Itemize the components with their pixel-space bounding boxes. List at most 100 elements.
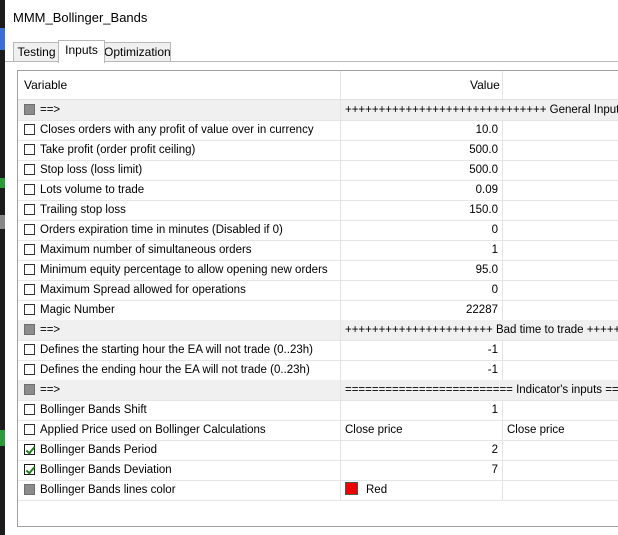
parameter-row[interactable]: Applied Price used on Bollinger Calculat… <box>18 420 618 441</box>
column-header-value[interactable]: Value <box>470 71 500 99</box>
expert-properties-dialog: MMM_Bollinger_Bands Testing Inputs Optim… <box>5 0 618 535</box>
section-separator-row[interactable]: ==> ++++++++++++++++++++++ Bad time to tr… <box>18 320 618 341</box>
section-separator-row[interactable]: ==> ++++++++++++++++++++++++++++++ Genera… <box>18 100 618 121</box>
optimize-checkbox[interactable] <box>24 444 35 455</box>
parameter-row[interactable]: Take profit (order profit ceiling) 500.0 <box>18 140 618 161</box>
parameter-value: 0 <box>491 224 498 236</box>
optimize-checkbox[interactable] <box>24 224 35 235</box>
parameter-name: Orders expiration time in minutes (Disab… <box>40 224 283 236</box>
parameter-extra-cell[interactable] <box>502 360 618 380</box>
window-title: MMM_Bollinger_Bands <box>13 10 148 25</box>
parameter-value-cell[interactable]: 150.0 <box>340 200 503 220</box>
optimize-checkbox[interactable] <box>24 124 35 135</box>
parameter-value-cell[interactable]: 10.0 <box>340 120 503 140</box>
parameter-extra-cell[interactable] <box>502 480 618 500</box>
parameter-value-cell[interactable]: 500.0 <box>340 140 503 160</box>
parameter-value: ========================= Indicator's in… <box>345 384 618 396</box>
parameter-value-cell[interactable]: ========================= Indicator's in… <box>340 380 618 400</box>
optimize-checkbox[interactable] <box>24 304 35 315</box>
parameter-extra-cell[interactable] <box>502 180 618 200</box>
column-divider[interactable] <box>340 71 341 99</box>
parameter-value-cell[interactable]: 500.0 <box>340 160 503 180</box>
parameter-name: Trailing stop loss <box>40 204 126 216</box>
parameter-row[interactable]: Bollinger Bands Shift 1 <box>18 400 618 421</box>
parameter-value: 0 <box>491 284 498 296</box>
parameter-value-cell[interactable]: ++++++++++++++++++++++++++++++ General I… <box>340 100 618 120</box>
parameter-row[interactable]: Bollinger Bands lines color Red <box>18 480 618 501</box>
parameter-row[interactable]: Orders expiration time in minutes (Disab… <box>18 220 618 241</box>
optimize-checkbox[interactable] <box>24 464 35 475</box>
parameter-extra-cell[interactable] <box>502 120 618 140</box>
tab-optimization[interactable]: Optimization <box>103 42 171 62</box>
parameter-extra-cell[interactable] <box>502 340 618 360</box>
optimize-checkbox[interactable] <box>24 244 35 255</box>
parameter-value: ++++++++++++++++++++++++++++++ General I… <box>345 104 618 116</box>
parameter-name: Closes orders with any profit of value o… <box>40 124 314 136</box>
parameter-row[interactable]: Defines the starting hour the EA will no… <box>18 340 618 361</box>
parameter-value-cell[interactable]: -1 <box>340 340 503 360</box>
optimize-checkbox[interactable] <box>24 364 35 375</box>
parameter-value-cell[interactable]: 1 <box>340 400 503 420</box>
parameter-extra-cell[interactable] <box>502 400 618 420</box>
parameter-row[interactable]: Closes orders with any profit of value o… <box>18 120 618 141</box>
parameter-value-cell[interactable]: -1 <box>340 360 503 380</box>
parameter-row[interactable]: Bollinger Bands Period 2 <box>18 440 618 461</box>
parameter-row[interactable]: Maximum Spread allowed for operations 0 <box>18 280 618 301</box>
parameter-value-cell[interactable]: 0 <box>340 280 503 300</box>
parameter-value-cell[interactable]: 95.0 <box>340 260 503 280</box>
parameter-extra-cell[interactable] <box>502 300 618 320</box>
parameter-value: 0.09 <box>475 184 498 196</box>
tab-testing[interactable]: Testing <box>13 42 60 62</box>
optimize-checkbox[interactable] <box>24 424 35 435</box>
section-separator-row[interactable]: ==> ========================= Indicator's… <box>18 380 618 401</box>
parameter-row[interactable]: Maximum number of simultaneous orders 1 <box>18 240 618 261</box>
parameter-value-cell[interactable]: ++++++++++++++++++++++ Bad time to trade… <box>340 320 618 340</box>
parameter-row[interactable]: Trailing stop loss 150.0 <box>18 200 618 221</box>
optimize-checkbox[interactable] <box>24 404 35 415</box>
parameter-extra-cell[interactable] <box>502 140 618 160</box>
parameter-row[interactable]: Stop loss (loss limit) 500.0 <box>18 160 618 181</box>
parameter-value-cell[interactable]: Close price <box>340 420 503 440</box>
parameter-value-cell[interactable]: 0.09 <box>340 180 503 200</box>
parameter-row[interactable]: Magic Number 22287 <box>18 300 618 321</box>
parameter-name: Defines the ending hour the EA will not … <box>40 364 310 376</box>
parameter-extra-cell[interactable]: Close price <box>502 420 618 440</box>
parameter-extra-cell[interactable] <box>502 220 618 240</box>
parameter-value-cell[interactable]: 1 <box>340 240 503 260</box>
parameter-value: 22287 <box>466 304 498 316</box>
optimize-checkbox[interactable] <box>24 184 35 195</box>
optimize-checkbox[interactable] <box>24 204 35 215</box>
parameter-extra-cell[interactable] <box>502 280 618 300</box>
parameter-value-cell[interactable]: 7 <box>340 460 503 480</box>
optimize-checkbox[interactable] <box>24 344 35 355</box>
optimize-checkbox[interactable] <box>24 264 35 275</box>
parameter-row[interactable]: Lots volume to trade 0.09 <box>18 180 618 201</box>
title-bar[interactable]: MMM_Bollinger_Bands <box>5 0 618 36</box>
tab-inputs[interactable]: Inputs <box>58 40 105 63</box>
parameter-value-cell[interactable]: 0 <box>340 220 503 240</box>
parameter-row[interactable]: Minimum equity percentage to allow openi… <box>18 260 618 281</box>
parameter-extra-cell[interactable] <box>502 460 618 480</box>
optimize-checkbox[interactable] <box>24 284 35 295</box>
parameter-extra-cell[interactable] <box>502 160 618 180</box>
optimize-checkbox[interactable] <box>24 144 35 155</box>
parameter-value: 1 <box>491 404 498 416</box>
parameter-value: 95.0 <box>475 264 498 276</box>
optimize-checkbox[interactable] <box>24 164 35 175</box>
parameter-name: Bollinger Bands Deviation <box>40 464 172 476</box>
parameter-value: ++++++++++++++++++++++ Bad time to trade… <box>345 324 618 336</box>
parameter-extra-cell[interactable] <box>502 440 618 460</box>
parameter-value-cell[interactable]: 22287 <box>340 300 503 320</box>
column-divider[interactable] <box>502 71 503 99</box>
parameter-extra-cell[interactable] <box>502 240 618 260</box>
parameter-value-cell[interactable]: Red <box>340 480 503 500</box>
parameter-row[interactable]: Defines the ending hour the EA will not … <box>18 360 618 381</box>
parameter-extra-cell[interactable] <box>502 200 618 220</box>
parameter-value: 500.0 <box>469 144 498 156</box>
parameter-name: Bollinger Bands Period <box>40 444 157 456</box>
parameter-extra-cell[interactable] <box>502 260 618 280</box>
parameter-value: 150.0 <box>469 204 498 216</box>
parameter-row[interactable]: Bollinger Bands Deviation 7 <box>18 460 618 481</box>
parameter-value-cell[interactable]: 2 <box>340 440 503 460</box>
column-header-variable[interactable]: Variable <box>24 71 67 99</box>
